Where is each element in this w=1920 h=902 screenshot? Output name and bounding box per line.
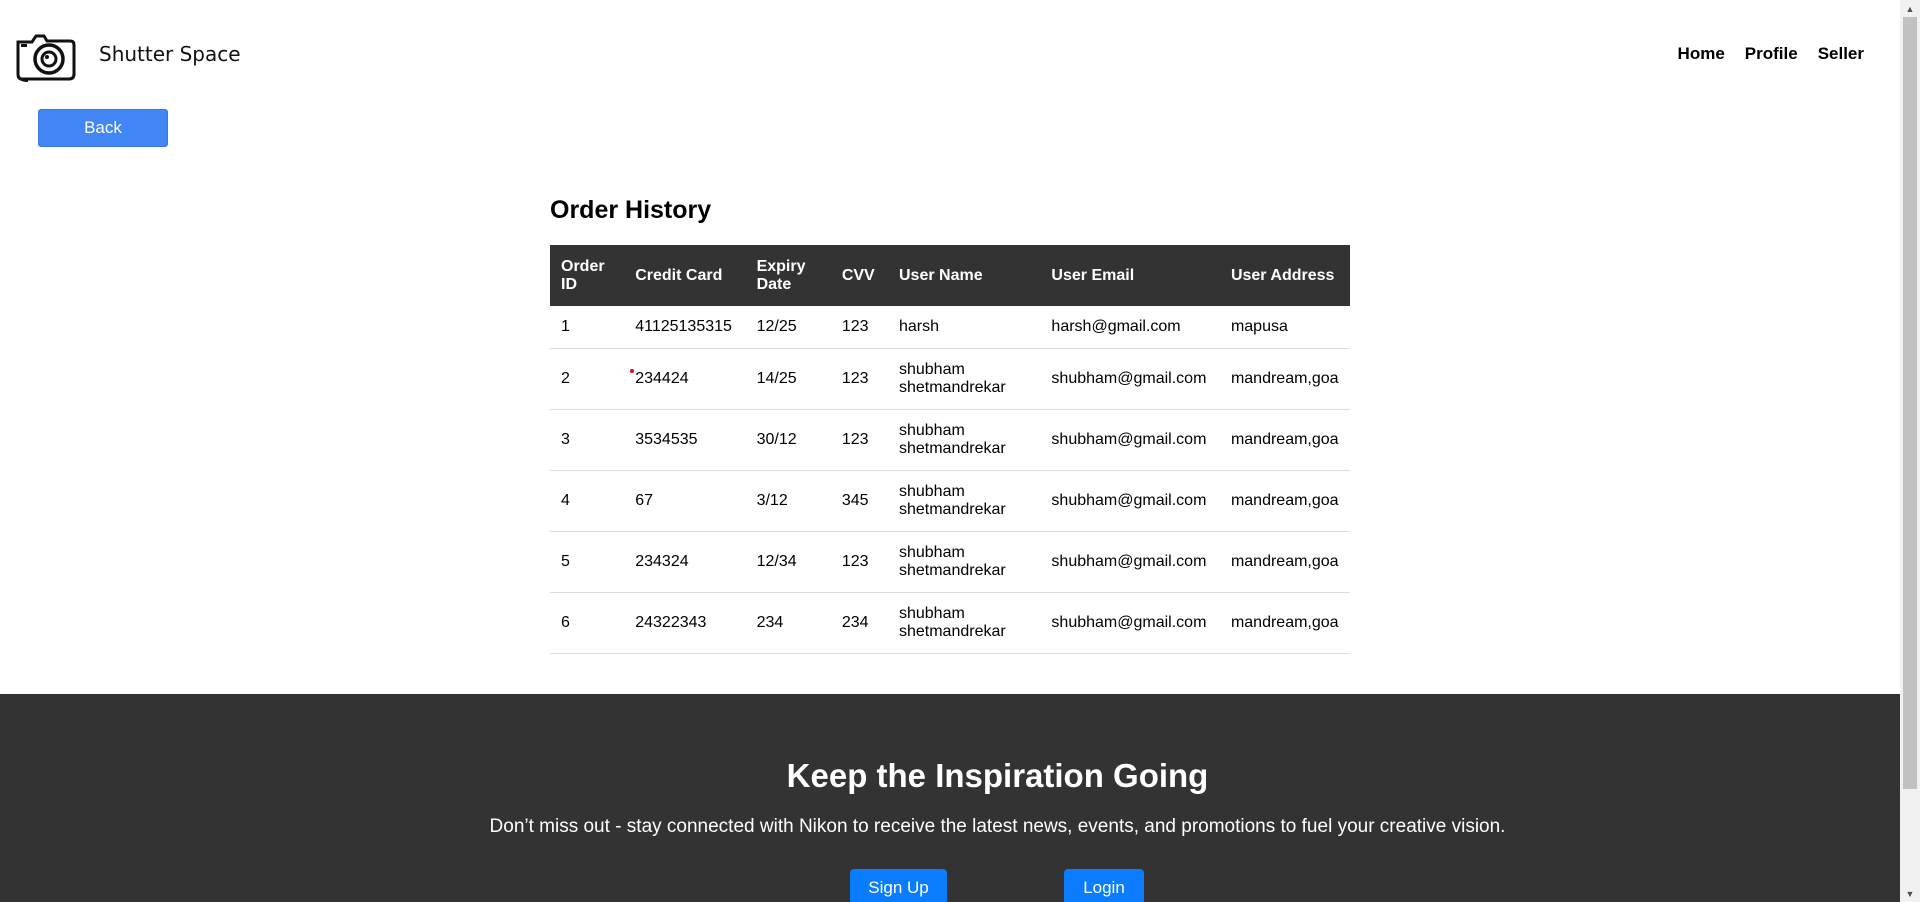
triangle-down-icon[interactable]: ▼ (1900, 885, 1920, 902)
login-button[interactable]: Login (1064, 869, 1144, 902)
footer-text: Don’t miss out - stay connected with Nik… (489, 816, 1506, 837)
table-row: 6 24322343 234 234 shubham shetmandrekar … (550, 592, 1350, 654)
credit-card-cell: 41125135315 (624, 306, 746, 349)
table-row: 2 234424 14/25 123 shubham shetmandrekar … (550, 348, 1350, 410)
marker-dot (630, 369, 635, 373)
column-header-expiry-date: Expiry Date (756, 257, 806, 293)
user-email-cell: shubham@gmail.com (1040, 592, 1220, 654)
site-footer: Keep the Inspiration Going Don’t miss ou… (0, 694, 1900, 902)
credit-card-cell: 234324 (624, 531, 746, 593)
table-body: 1 41125135315 12/25 123 harsh harsh@gmai… (550, 306, 1350, 654)
user-name-cell: shubham shetmandrekar (887, 592, 1041, 654)
vertical-scrollbar[interactable]: ▲ ▼ (1900, 0, 1920, 902)
cvv-cell: 345 (830, 470, 888, 532)
viewport: Shutter Space Home Profile Seller Back O… (0, 0, 1920, 902)
credit-card-cell: 67 (624, 470, 746, 532)
cvv-cell: 123 (830, 409, 888, 471)
order-history-table: Order ID Credit Card Expiry Date CVV User … (550, 245, 1350, 654)
user-email-cell: shubham@gmail.com (1040, 470, 1220, 532)
column-header-user-name: User Name (898, 266, 983, 284)
back-button[interactable]: Back (38, 109, 168, 147)
camera-icon[interactable] (14, 28, 78, 82)
cvv-cell: 123 (830, 531, 888, 593)
user-name-cell: shubham shetmandrekar (887, 531, 1041, 593)
nav-home-link[interactable]: Home (1678, 44, 1725, 64)
main-nav: Home Profile Seller (1678, 44, 1864, 64)
order-id-cell: 3 (550, 409, 625, 471)
user-address-cell: mandream,goa (1219, 592, 1350, 654)
expiry-date-cell: 12/34 (745, 531, 831, 593)
user-address-cell: mandream,goa (1219, 470, 1350, 532)
nav-seller-link[interactable]: Seller (1818, 44, 1864, 64)
scrollbar-thumb[interactable] (1903, 17, 1917, 789)
user-email-cell: shubham@gmail.com (1040, 348, 1220, 410)
credit-card-cell: 3534535 (624, 409, 746, 471)
credit-card-cell: 234424 (624, 348, 746, 410)
footer-title: Keep the Inspiration Going (786, 757, 1209, 794)
column-header-credit-card: Credit Card (635, 266, 723, 284)
column-header-user-address: User Address (1230, 266, 1335, 284)
cvv-cell: 123 (830, 306, 888, 349)
user-address-cell: mandream,goa (1219, 531, 1350, 593)
user-email-cell: shubham@gmail.com (1040, 409, 1220, 471)
user-name-cell: harsh (887, 306, 1041, 349)
credit-card-cell: 24322343 (624, 592, 746, 654)
cvv-cell: 234 (830, 592, 888, 654)
column-header-cvv: CVV (841, 266, 875, 284)
site-header: Shutter Space Home Profile Seller (0, 0, 1900, 100)
user-name-cell: shubham shetmandrekar (887, 470, 1041, 532)
order-id-cell: 2 (550, 348, 625, 410)
expiry-date-cell: 3/12 (745, 470, 831, 532)
sign-up-button[interactable]: Sign Up (850, 869, 947, 902)
cvv-cell: 123 (830, 348, 888, 410)
nav-profile-link[interactable]: Profile (1745, 44, 1798, 64)
table-header: Order ID Credit Card Expiry Date CVV User … (550, 245, 1350, 306)
user-address-cell: mapusa (1219, 306, 1350, 349)
order-id-cell: 5 (550, 531, 625, 593)
table-row: 1 41125135315 12/25 123 harsh harsh@gmai… (550, 306, 1350, 349)
user-email-cell: harsh@gmail.com (1040, 306, 1220, 349)
table-header-row: Order ID Credit Card Expiry Date CVV User … (550, 245, 1350, 306)
brand-name: Shutter Space (99, 42, 241, 66)
column-header-user-email: User Email (1051, 266, 1135, 284)
expiry-date-cell: 12/25 (745, 306, 831, 349)
order-id-cell: 6 (550, 592, 625, 654)
user-address-cell: mandream,goa (1219, 409, 1350, 471)
user-name-cell: shubham shetmandrekar (887, 409, 1041, 471)
column-header-order-id: Order ID (561, 257, 605, 293)
expiry-date-cell: 14/25 (745, 348, 831, 410)
page-title: Order History (550, 196, 712, 224)
table-row: 3 3534535 30/12 123 shubham shetmandrekar… (550, 409, 1350, 471)
table-row: 5 234324 12/34 123 shubham shetmandrekar … (550, 531, 1350, 593)
order-id-cell: 1 (550, 306, 625, 349)
order-id-cell: 4 (550, 470, 625, 532)
user-name-cell: shubham shetmandrekar (887, 348, 1041, 410)
table-row: 4 67 3/12 345 shubham shetmandrekar shubh… (550, 470, 1350, 532)
expiry-date-cell: 234 (745, 592, 831, 654)
user-email-cell: shubham@gmail.com (1040, 531, 1220, 593)
page: Shutter Space Home Profile Seller Back O… (0, 0, 1900, 902)
triangle-up-icon[interactable]: ▲ (1900, 0, 1920, 17)
expiry-date-cell: 30/12 (745, 409, 831, 471)
user-address-cell: mandream,goa (1219, 348, 1350, 410)
